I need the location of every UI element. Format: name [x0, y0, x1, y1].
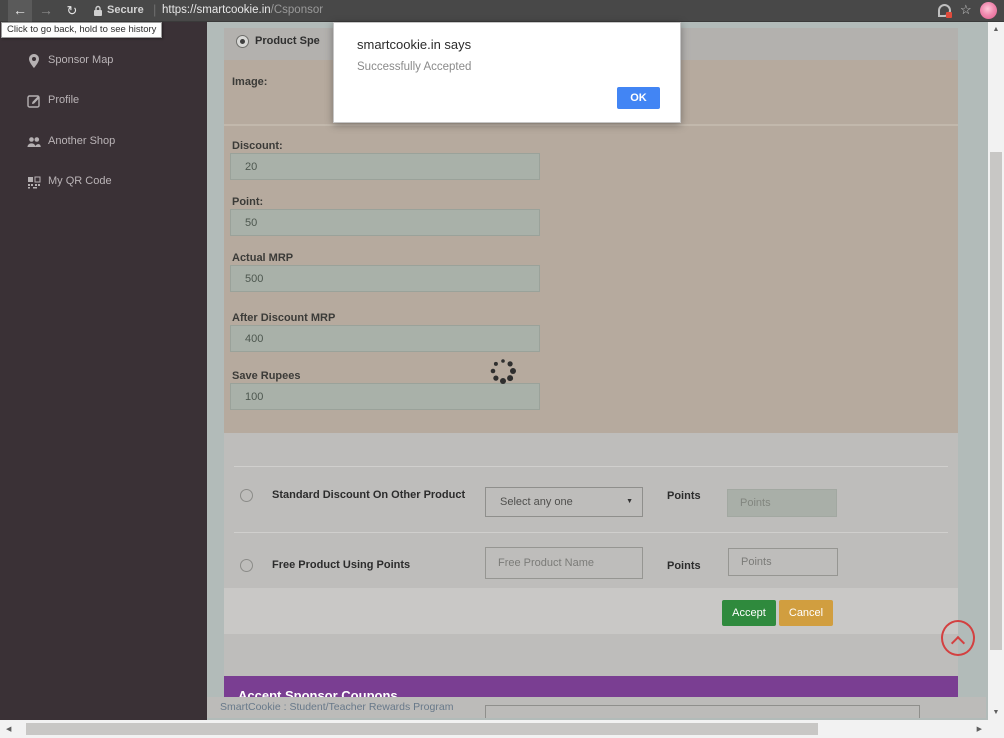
horizontal-scrollbar[interactable]: ◀ ▶ — [0, 720, 988, 738]
secure-badge: Secure — [107, 4, 144, 16]
sidebar-item-label: Profile — [48, 94, 79, 106]
save-rupees-input[interactable] — [230, 383, 540, 410]
alert-title: smartcookie.in says — [357, 37, 471, 52]
alert-message: Successfully Accepted — [357, 61, 471, 73]
free-product-label: Free Product Using Points — [272, 559, 410, 571]
scroll-down-arrow[interactable]: ▼ — [988, 709, 1004, 716]
map-marker-icon — [26, 53, 42, 69]
qr-code-icon — [26, 174, 42, 190]
image-row-divider — [224, 124, 958, 126]
url-path: /Csponsor — [271, 4, 323, 16]
after-discount-mrp-label: After Discount MRP — [232, 312, 335, 324]
notification-dot — [946, 12, 952, 18]
url-divider: | — [153, 2, 156, 17]
page-background-left-strip — [207, 22, 224, 718]
cancel-button[interactable]: Cancel — [779, 600, 833, 626]
sidebar-item-my-qr-code[interactable]: My QR Code — [0, 171, 207, 195]
standard-discount-select[interactable]: Select any one ▼ — [485, 487, 643, 517]
horizontal-scroll-thumb[interactable] — [26, 723, 818, 735]
scroll-left-arrow[interactable]: ◀ — [6, 725, 11, 733]
separator — [234, 466, 948, 467]
footer-box — [485, 705, 920, 718]
free-points-input[interactable] — [728, 548, 838, 576]
standard-discount-radio[interactable] — [240, 489, 253, 502]
sidebar-item-sponsor-map[interactable]: Sponsor Map — [0, 50, 207, 74]
accept-coupon-panel: Product Spe Image: Discount: Point: Actu… — [224, 28, 958, 697]
lock-icon — [93, 5, 103, 17]
point-input[interactable] — [230, 209, 540, 236]
save-rupees-label: Save Rupees — [232, 370, 300, 382]
sidebar-item-label: Another Shop — [48, 135, 115, 147]
free-product-radio[interactable] — [240, 559, 253, 572]
users-icon — [26, 134, 42, 150]
scroll-right-arrow[interactable]: ▶ — [977, 725, 982, 733]
standard-discount-label: Standard Discount On Other Product — [272, 489, 465, 501]
address-bar[interactable]: https://smartcookie.in/Csponsor — [162, 4, 323, 16]
alert-dialog: smartcookie.in says Successfully Accepte… — [333, 22, 681, 123]
sidebar: Sponsor Map Profile Another Shop My QR C… — [0, 22, 207, 720]
chevron-down-icon: ▼ — [626, 498, 633, 505]
alert-ok-button[interactable]: OK — [617, 87, 660, 109]
scrollbar-corner — [988, 720, 1004, 738]
back-button[interactable]: ← — [8, 0, 32, 22]
product-specific-label: Product Spe — [255, 35, 320, 47]
scroll-to-top-button[interactable] — [941, 620, 975, 656]
separator — [234, 532, 948, 533]
after-discount-mrp-input[interactable] — [230, 325, 540, 352]
section-title: Accept Sponsor Coupons — [238, 688, 398, 697]
select-value: Select any one — [500, 496, 573, 508]
bookmark-star-icon[interactable]: ☆ — [960, 2, 972, 18]
back-button-tooltip: Click to go back, hold to see history — [1, 22, 162, 38]
actual-mrp-input[interactable] — [230, 265, 540, 292]
point-label: Point: — [232, 196, 263, 208]
free-points-label: Points — [667, 560, 701, 572]
sidebar-item-label: Sponsor Map — [48, 54, 113, 66]
profile-avatar[interactable] — [980, 2, 997, 19]
product-specific-radio[interactable] — [236, 35, 249, 48]
browser-toolbar: ← → ↻ Secure | https://smartcookie.in/Cs… — [0, 0, 1004, 22]
loading-spinner-icon — [488, 356, 518, 386]
discount-label: Discount: — [232, 140, 283, 152]
discount-input[interactable] — [230, 153, 540, 180]
reload-button[interactable]: ↻ — [60, 0, 84, 22]
standard-points-input[interactable] — [727, 489, 837, 517]
sidebar-item-another-shop[interactable]: Another Shop — [0, 131, 207, 155]
sidebar-item-label: My QR Code — [48, 175, 112, 187]
scroll-up-arrow[interactable]: ▲ — [988, 26, 1004, 33]
image-label: Image: — [232, 76, 267, 88]
extension-badge-icon[interactable] — [938, 4, 951, 17]
page-footer: SmartCookie : Student/Teacher Rewards Pr… — [207, 697, 986, 718]
page-background-right-strip — [958, 22, 988, 697]
standard-points-label: Points — [667, 490, 701, 502]
chevron-up-icon — [951, 636, 965, 650]
edit-icon — [26, 93, 42, 109]
vertical-scrollbar[interactable]: ▲ ▼ — [988, 22, 1004, 720]
vertical-scroll-thumb[interactable] — [990, 152, 1002, 650]
free-product-name-input[interactable] — [485, 547, 643, 579]
url-origin: https://smartcookie.in — [162, 4, 271, 16]
actual-mrp-label: Actual MRP — [232, 252, 293, 264]
forward-button[interactable]: → — [34, 0, 58, 22]
accept-sponsor-coupons-bar: Accept Sponsor Coupons — [224, 676, 958, 697]
action-button-band: Accept Cancel — [224, 588, 958, 634]
accept-button[interactable]: Accept — [722, 600, 776, 626]
sidebar-item-profile[interactable]: Profile — [0, 90, 207, 114]
footer-text: SmartCookie : Student/Teacher Rewards Pr… — [220, 701, 453, 713]
